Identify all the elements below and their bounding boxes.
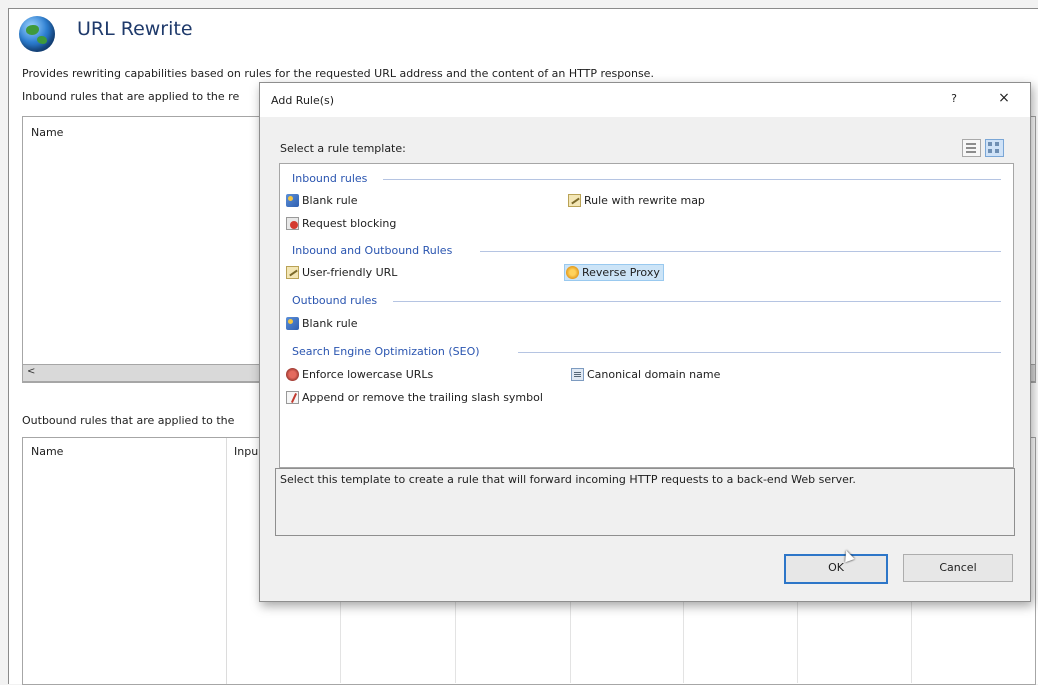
- request-blocking-icon: [286, 217, 299, 230]
- column-divider: [226, 438, 227, 684]
- template-rule-with-rewrite-map[interactable]: Rule with rewrite map: [567, 193, 708, 208]
- template-description-box: Select this template to create a rule th…: [275, 468, 1015, 536]
- blank-rule-icon: [286, 194, 299, 207]
- grid-line: [683, 600, 684, 683]
- tile-view-icon[interactable]: [985, 139, 1004, 157]
- page-title: URL Rewrite: [77, 18, 193, 40]
- group-divider: [393, 301, 1001, 302]
- grid-line: [340, 600, 341, 683]
- canonical-domain-icon: [571, 368, 584, 381]
- template-label: Reverse Proxy: [582, 266, 660, 279]
- grid-line: [911, 600, 912, 683]
- rule-template-list[interactable]: Inbound rules Blank rule Rule with rewri…: [279, 163, 1014, 468]
- help-button[interactable]: ?: [946, 92, 962, 105]
- trailing-slash-icon: [286, 391, 299, 404]
- grid-line: [455, 600, 456, 683]
- scroll-left-icon[interactable]: <: [27, 366, 35, 377]
- reverse-proxy-icon: [566, 266, 579, 279]
- template-label: User-friendly URL: [302, 266, 398, 279]
- page-description: Provides rewriting capabilities based on…: [22, 67, 654, 80]
- template-label: Blank rule: [302, 194, 358, 207]
- template-label: Enforce lowercase URLs: [302, 368, 434, 381]
- template-label: Blank rule: [302, 317, 358, 330]
- template-label: Rule with rewrite map: [584, 194, 705, 207]
- grid-line: [797, 600, 798, 683]
- template-label: Request blocking: [302, 217, 397, 230]
- list-view-icon[interactable]: [962, 139, 981, 157]
- column-header-input[interactable]: Inpu: [234, 445, 258, 458]
- outbound-rules-label: Outbound rules that are applied to the: [22, 414, 235, 427]
- group-divider: [518, 352, 1001, 353]
- close-button[interactable]: ×: [995, 90, 1013, 106]
- template-trailing-slash[interactable]: Append or remove the trailing slash symb…: [285, 390, 546, 405]
- dialog-titlebar[interactable]: Add Rule(s) ? ×: [260, 83, 1030, 117]
- lowercase-url-icon: [286, 368, 299, 381]
- column-header-name[interactable]: Name: [31, 445, 63, 458]
- add-rules-dialog: Add Rule(s) ? × Select a rule template: …: [259, 82, 1031, 602]
- dialog-title: Add Rule(s): [271, 94, 335, 107]
- group-heading-inbound-outbound: Inbound and Outbound Rules: [292, 244, 453, 257]
- inbound-rules-label: Inbound rules that are applied to the re: [22, 90, 240, 103]
- group-heading-outbound: Outbound rules: [292, 294, 378, 307]
- group-divider: [480, 251, 1001, 252]
- template-blank-rule-inbound[interactable]: Blank rule: [285, 193, 361, 208]
- group-heading-seo: Search Engine Optimization (SEO): [292, 345, 480, 358]
- template-enforce-lowercase-urls[interactable]: Enforce lowercase URLs: [285, 367, 436, 382]
- grid-line: [570, 600, 571, 683]
- ok-button[interactable]: OK: [784, 554, 888, 584]
- template-label: Canonical domain name: [587, 368, 721, 381]
- template-blank-rule-outbound[interactable]: Blank rule: [285, 316, 361, 331]
- template-label: Append or remove the trailing slash symb…: [302, 391, 543, 404]
- template-reverse-proxy[interactable]: Reverse Proxy: [564, 264, 664, 281]
- template-user-friendly-url[interactable]: User-friendly URL: [285, 265, 400, 280]
- rewrite-map-icon: [568, 194, 581, 207]
- column-header-name[interactable]: Name: [31, 126, 63, 139]
- group-divider: [383, 179, 1001, 180]
- group-heading-inbound: Inbound rules: [292, 172, 368, 185]
- template-canonical-domain-name[interactable]: Canonical domain name: [570, 367, 723, 382]
- template-description: Select this template to create a rule th…: [280, 473, 856, 486]
- blank-rule-icon: [286, 317, 299, 330]
- cancel-button[interactable]: Cancel: [903, 554, 1013, 582]
- user-friendly-url-icon: [286, 266, 299, 279]
- template-request-blocking[interactable]: Request blocking: [285, 216, 399, 231]
- globe-icon: [19, 16, 55, 52]
- select-template-label: Select a rule template:: [280, 142, 406, 155]
